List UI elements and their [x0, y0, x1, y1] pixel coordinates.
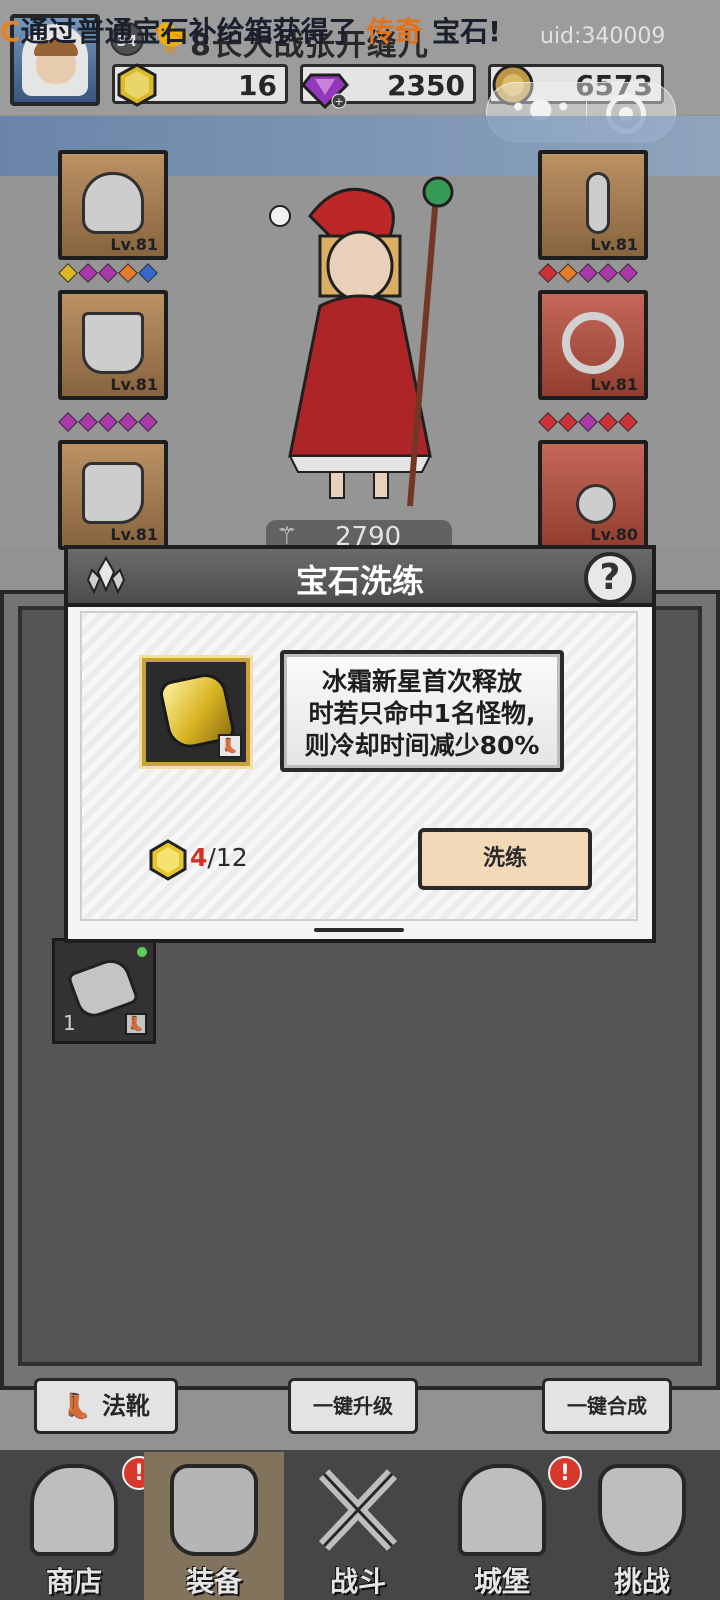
gem-description-line2: 时若只命中1名怪物, — [308, 699, 536, 728]
dialog-title: 宝石洗练 — [295, 562, 424, 600]
dialog-scroll-handle — [314, 928, 404, 932]
gem-description: 冰霜新星首次释放 时若只命中1名怪物, 则冷却时间减少80% — [280, 650, 564, 772]
refine-button[interactable]: 洗练 — [418, 828, 592, 890]
gold-gem-cost-icon — [149, 839, 187, 881]
gem-description-line1: 冰霜新星首次释放 — [321, 667, 522, 696]
cost-required: /12 — [207, 843, 248, 872]
gem-slot[interactable]: 👢 — [142, 658, 250, 766]
cost-owned: 4 — [190, 843, 208, 872]
boot-type-icon: 👢 — [218, 734, 242, 758]
help-button[interactable]: ? — [584, 552, 636, 604]
refine-cost: 4/12 — [190, 843, 248, 872]
gem-description-line3: 则冷却时间减少80% — [304, 731, 540, 760]
